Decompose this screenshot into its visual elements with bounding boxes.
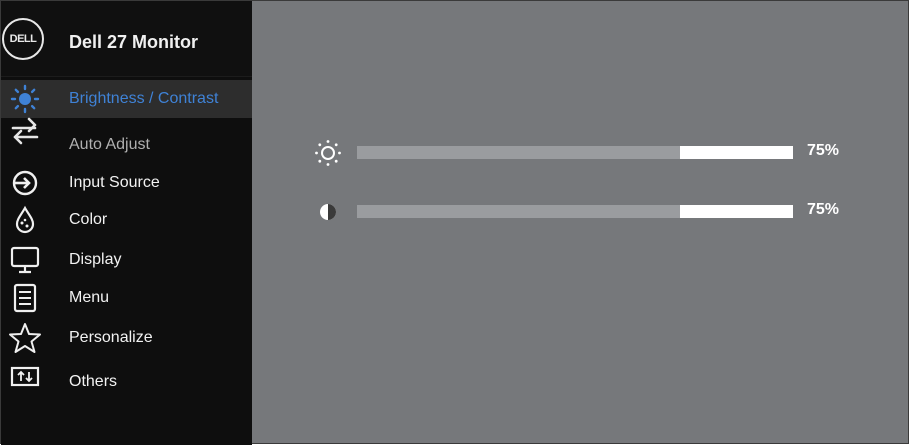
sidebar-item-label: Menu <box>69 289 110 306</box>
brightness-value: 75% <box>807 142 840 159</box>
sidebar-item-color[interactable]: Color <box>1 201 252 239</box>
star-icon <box>7 320 43 356</box>
sidebar-item-brightness-contrast[interactable]: Brightness / Contrast <box>1 80 252 118</box>
sidebar-item-label: Brightness / Contrast <box>69 90 219 107</box>
brightness-fill <box>679 146 793 159</box>
contrast-value: 75% <box>807 201 840 218</box>
page-title: Dell 27 Monitor <box>69 32 199 52</box>
brightness-icon <box>311 138 345 168</box>
sidebar-item-input-source[interactable]: Input Source <box>1 164 252 202</box>
contrast-fill <box>679 205 793 218</box>
header: DELL Dell 27 Monitor <box>1 1 252 77</box>
auto-adjust-icon <box>7 114 43 150</box>
sidebar: DELL Dell 27 Monitor Brightness / Contra… <box>1 1 252 445</box>
display-icon <box>7 242 43 278</box>
sidebar-item-label: Auto Adjust <box>69 136 150 153</box>
input-source-icon <box>7 165 43 201</box>
sidebar-item-label: Personalize <box>69 329 153 346</box>
brightness-slider[interactable]: 75% <box>311 138 871 168</box>
sidebar-item-display[interactable]: Display <box>1 241 252 279</box>
contrast-slider[interactable]: 75% <box>311 197 871 227</box>
brightness-icon <box>7 81 43 117</box>
contrast-icon <box>311 197 345 227</box>
sidebar-item-others[interactable]: Others <box>1 363 252 401</box>
others-icon <box>7 359 43 395</box>
sidebar-item-auto-adjust[interactable]: Auto Adjust <box>1 117 252 164</box>
menu-icon <box>7 280 43 316</box>
dell-logo: DELL <box>2 18 44 60</box>
sidebar-item-label: Color <box>69 211 108 228</box>
color-icon <box>7 202 43 238</box>
monitor-osd: DELL Dell 27 Monitor Brightness / Contra… <box>0 0 909 445</box>
sidebar-item-menu[interactable]: Menu <box>1 279 252 317</box>
sidebar-item-label: Input Source <box>69 174 160 191</box>
sidebar-item-label: Display <box>69 251 122 268</box>
brightness-track[interactable] <box>357 146 793 159</box>
contrast-track[interactable] <box>357 205 793 218</box>
sidebar-item-personalize[interactable]: Personalize <box>1 319 252 357</box>
sidebar-item-label: Others <box>69 373 118 390</box>
